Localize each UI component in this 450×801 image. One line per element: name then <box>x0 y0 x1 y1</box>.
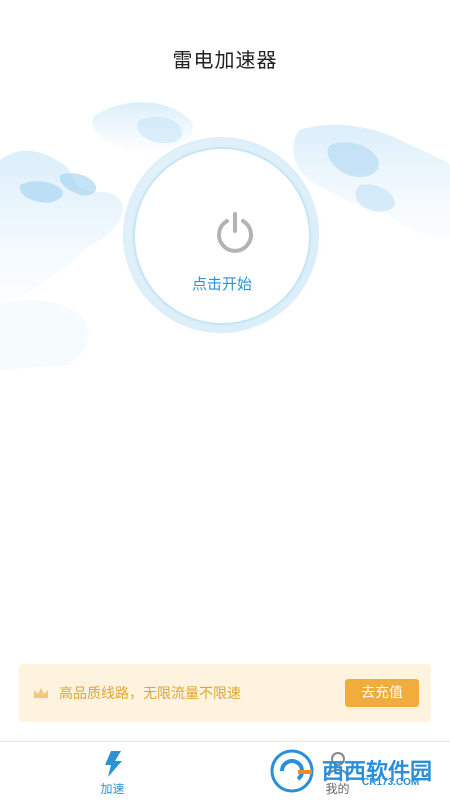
lightning-icon <box>105 751 122 777</box>
tab-accelerate-label: 加速 <box>100 782 125 796</box>
power-icon <box>217 212 253 253</box>
power-ring: 点击开始 <box>133 147 311 325</box>
start-button[interactable]: 点击开始 <box>123 137 319 333</box>
start-label: 点击开始 <box>191 275 252 293</box>
crown-icon <box>34 688 48 698</box>
tab-accelerate[interactable]: 加速 <box>0 742 225 801</box>
promo-banner: 高品质线路，无限流量不限速 去充值 <box>19 664 431 722</box>
promo-text: 高品质线路，无限流量不限速 <box>59 686 241 702</box>
site-watermark: 西西软件园 CR173.COM <box>268 746 443 796</box>
header: 雷电加速器 <box>0 0 450 100</box>
watermark-logo-icon <box>270 749 314 793</box>
recharge-button[interactable]: 去充值 <box>345 679 419 707</box>
page-title: 雷电加速器 <box>172 48 278 72</box>
watermark-subtext: CR173.COM <box>362 777 420 788</box>
